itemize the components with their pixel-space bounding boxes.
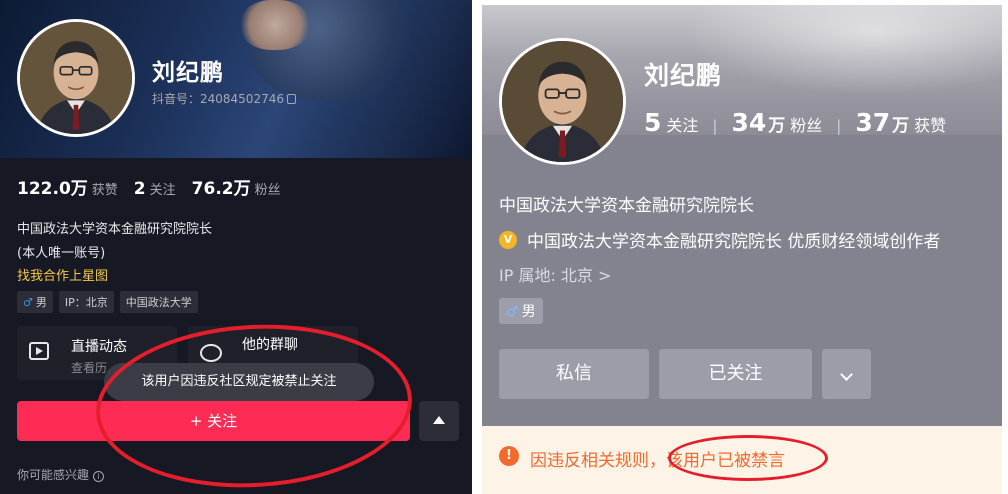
bio-line-1: 中国政法大学资本金融研究院院长 <box>17 222 213 237</box>
ip-tag: IP：北京 <box>58 291 114 313</box>
panel-divider <box>472 0 482 494</box>
collapse-up-icon[interactable] <box>419 401 459 441</box>
gender-label: 男 <box>35 296 47 309</box>
likes-unit-right: 万 <box>892 116 910 136</box>
gender-tag: ♂ 男 <box>17 291 53 313</box>
following-count-right[interactable]: 5 <box>644 108 661 137</box>
profile-stats: 122.0万 获赞 2 关注 76.2万 粉丝 <box>17 174 297 199</box>
followers-label[interactable]: 粉丝 <box>255 179 281 198</box>
followers-unit-right: 万 <box>768 116 786 136</box>
live-card-title: 直播动态 <box>71 339 127 355</box>
suggestions-header: 你可能感兴趣 i <box>17 466 105 483</box>
ip-location[interactable]: IP 属地: 北京 > <box>499 262 611 286</box>
profile-tags: ♂ 男 IP：北京 中国政法大学 <box>17 291 198 313</box>
likes-label: 获赞 <box>91 183 118 198</box>
avatar[interactable] <box>17 19 135 137</box>
profile-stats-right: 5 关注 | 34 万 粉丝 | 37 万 获赞 <box>644 108 946 137</box>
copy-icon[interactable] <box>286 94 296 104</box>
bio-line-2: (本人唯一账号) <box>17 246 106 261</box>
followers-label-right[interactable]: 粉丝 <box>790 112 822 136</box>
douyin-id-text: 抖音号：24084502746 <box>152 92 284 106</box>
profile-name-right: 刘纪鹏 <box>644 61 723 90</box>
live-icon <box>29 342 49 360</box>
bio-line-1-right: 中国政法大学资本金融研究院院长 <box>499 196 754 216</box>
followers-count-right[interactable]: 34 <box>731 108 766 137</box>
school-tag[interactable]: 中国政法大学 <box>119 291 198 313</box>
following-label-right[interactable]: 关注 <box>666 112 698 136</box>
verified-badge-icon <box>499 230 517 249</box>
avatar-right[interactable] <box>499 38 626 165</box>
followed-button[interactable]: 已关注 <box>659 349 812 399</box>
warning-icon: ! <box>499 446 519 466</box>
gender-tag-right: ♂ 男 <box>499 298 543 324</box>
cooperation-link[interactable]: 找我合作上星图 <box>17 265 108 284</box>
male-icon: ♂ <box>506 304 519 320</box>
likes-label-right: 获赞 <box>914 116 947 135</box>
chevron-down-icon <box>840 368 853 381</box>
banner-hand <box>240 0 310 50</box>
following-count[interactable]: 2 <box>134 179 146 199</box>
annotation-circle-right <box>668 435 828 481</box>
following-label[interactable]: 关注 <box>150 179 176 198</box>
more-options-button[interactable] <box>822 349 871 399</box>
likes-count: 122.0万 <box>17 179 88 199</box>
douyin-id: 抖音号：24084502746 <box>152 90 296 107</box>
live-card-subtitle: 查看历 <box>71 361 108 375</box>
info-icon[interactable]: i <box>93 471 105 482</box>
message-button[interactable]: 私信 <box>499 349 649 399</box>
gender-label-right: 男 <box>521 304 536 320</box>
suggestions-label: 你可能感兴趣 <box>17 468 90 482</box>
stat-separator: | <box>712 117 718 135</box>
banner-mist <box>682 5 1002 95</box>
likes-count-right: 37 <box>855 108 891 137</box>
verification-line: 中国政法大学资本金融研究院院长 优质财经领域创作者 <box>499 227 940 252</box>
male-icon: ♂ <box>23 296 33 309</box>
stat-separator: | <box>836 117 842 135</box>
profile-name: 刘纪鹏 <box>152 60 224 86</box>
followers-count[interactable]: 76.2万 <box>192 174 251 199</box>
verification-text: 中国政法大学资本金融研究院院长 优质财经领域创作者 <box>527 232 941 252</box>
